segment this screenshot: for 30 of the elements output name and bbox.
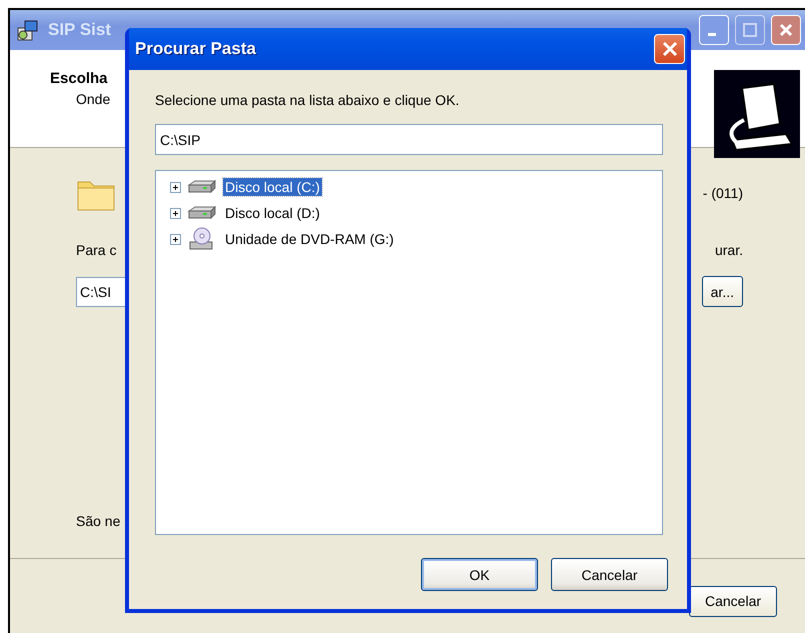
- close-icon: [662, 41, 678, 57]
- instruction-text: Selecione uma pasta na lista abaixo e clique OK.: [155, 92, 460, 108]
- expand-icon[interactable]: [170, 208, 181, 218]
- window-title: SIP Sist: [48, 20, 112, 40]
- cancel-button[interactable]: Cancelar: [689, 586, 777, 616]
- folder-path-field[interactable]: C:\SIP: [155, 124, 663, 155]
- header-subtitle: Onde: [75, 91, 110, 107]
- dialog-button[interactable]: Cancelar: [551, 558, 668, 591]
- expand-icon[interactable]: [170, 182, 181, 192]
- tree-item[interactable]: Disco local (C:): [223, 178, 322, 196]
- tree-item[interactable]: Disco local (D:): [223, 204, 322, 222]
- dialog-title: Procurar Pasta: [135, 39, 257, 59]
- expand-icon[interactable]: [170, 234, 181, 244]
- maximize-icon: [743, 23, 757, 37]
- hard-drive-icon: [187, 205, 217, 221]
- dialog-button[interactable]: OK: [421, 558, 538, 591]
- hint-text: Para c: [76, 242, 116, 258]
- header-title: Escolha: [50, 70, 109, 87]
- minimize-icon: [708, 33, 716, 36]
- hard-drive-icon: [187, 179, 217, 195]
- close-icon: [779, 23, 793, 37]
- close-button[interactable]: [654, 34, 685, 64]
- browse-button[interactable]: ar...: [702, 276, 743, 307]
- hint-text-end: urar.: [714, 242, 743, 258]
- phone-text: - (011): [702, 185, 743, 201]
- note-text: São ne: [76, 513, 120, 529]
- minimize-button[interactable]: [699, 15, 729, 45]
- close-button[interactable]: [771, 15, 801, 45]
- path-field[interactable]: C:\SI: [76, 276, 126, 306]
- tree-item[interactable]: Unidade de DVD-RAM (G:): [223, 230, 396, 248]
